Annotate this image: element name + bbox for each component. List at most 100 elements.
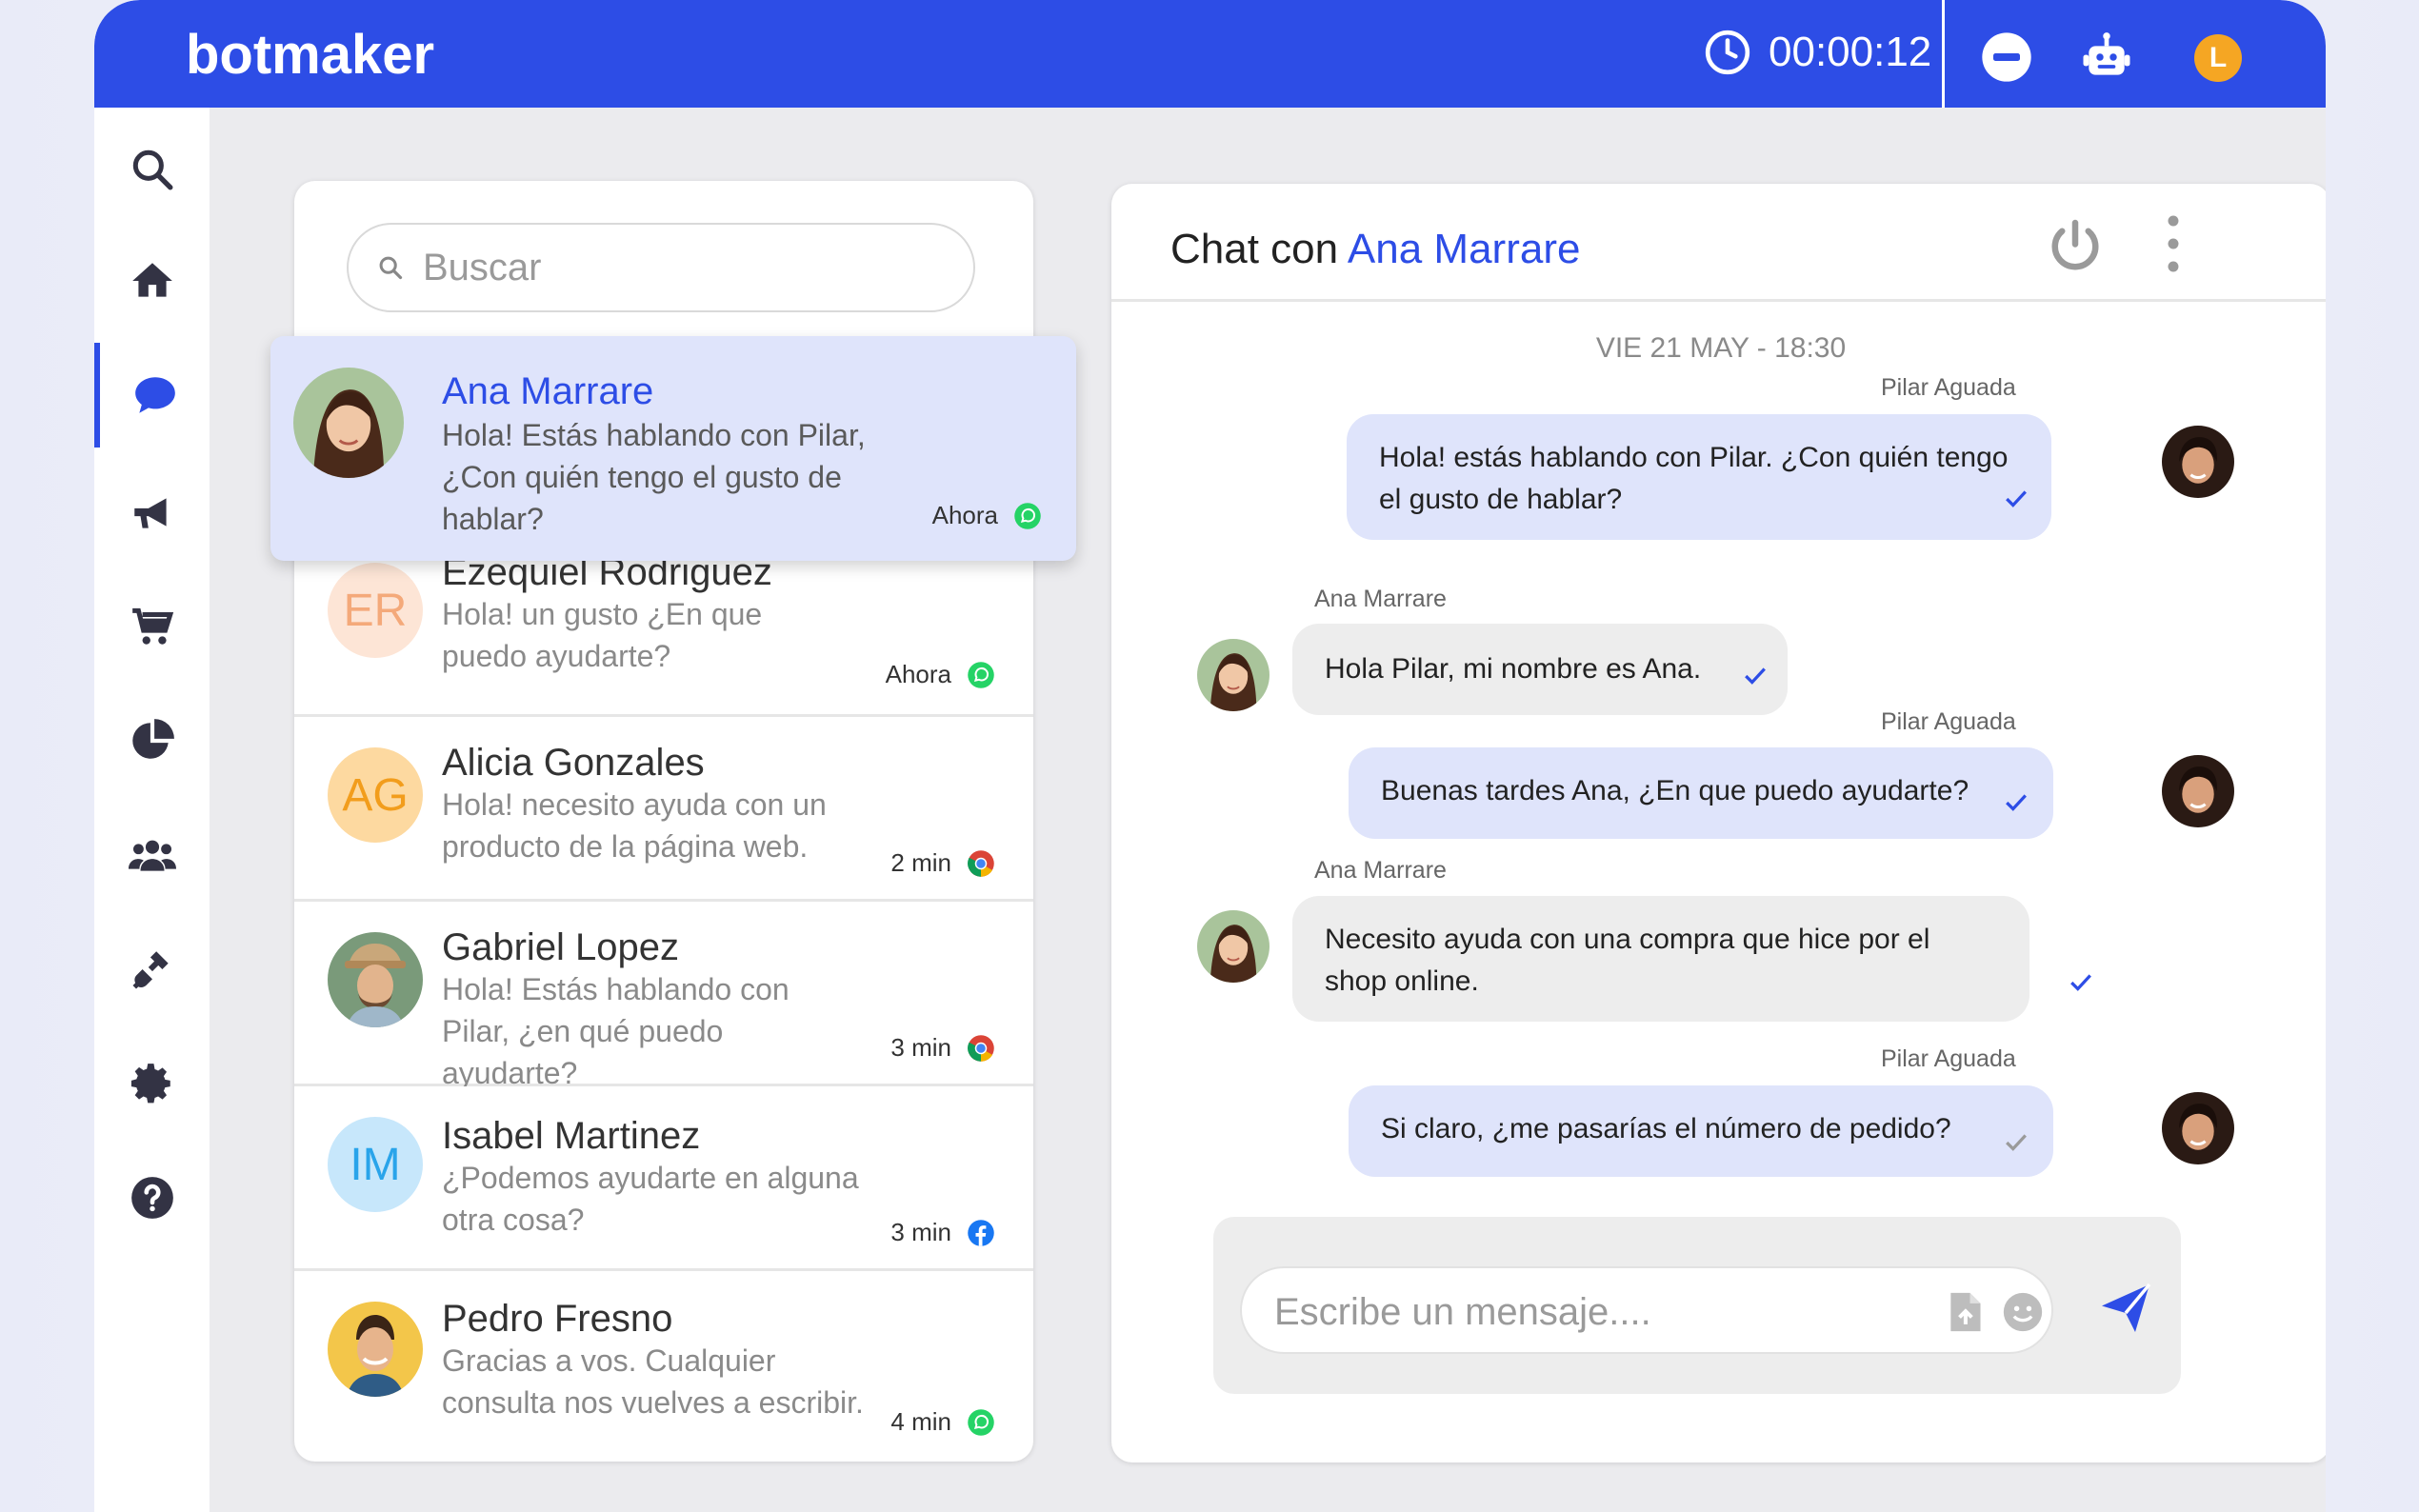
contact-avatar: IM	[328, 1117, 423, 1212]
facebook-icon	[968, 1219, 994, 1246]
more-options-icon[interactable]	[2168, 214, 2179, 273]
agent-avatar	[2162, 426, 2234, 498]
user-initial: L	[2209, 42, 2228, 73]
message-input-wrapper	[1240, 1266, 2053, 1354]
conversation-item-alicia-gonzales[interactable]: AG Alicia Gonzales Hola! necesito ayuda …	[294, 717, 1033, 902]
conversation-item-isabel-martinez[interactable]: IM Isabel Martinez ¿Podemos ayudarte en …	[294, 1086, 1033, 1271]
message-preview: Hola! un gusto ¿En que puedo ayudarte?	[442, 597, 763, 673]
contact-avatar: AG	[328, 747, 423, 843]
message-bubble-outgoing: Si claro, ¿me pasarías el número de pedi…	[1349, 1085, 2053, 1177]
message-input[interactable]	[1274, 1289, 1903, 1335]
nav-reports[interactable]	[94, 688, 210, 793]
message-sender: Ana Marrare	[1314, 857, 1447, 884]
search-icon	[132, 149, 172, 190]
nav-shop[interactable]	[94, 574, 210, 679]
help-icon	[130, 1177, 173, 1219]
chrome-icon	[968, 1034, 994, 1062]
conversation-meta: 3 min	[890, 1033, 995, 1063]
nav-search[interactable]	[94, 117, 210, 222]
contact-avatar: ER	[328, 563, 423, 658]
message-sender: Pilar Aguada	[1881, 708, 2016, 735]
nav-chats[interactable]	[94, 343, 210, 448]
chat-title-prefix: Chat con	[1170, 226, 1339, 272]
conversation-meta: 2 min	[890, 848, 995, 878]
message-bubble-outgoing: Buenas tardes Ana, ¿En que puedo ayudart…	[1349, 747, 2053, 839]
avatar-initials: ER	[343, 585, 408, 636]
conversation-list-panel: Ana Marrare Hola! Estás hablando con Pil…	[270, 181, 1076, 1462]
read-check-icon	[2070, 974, 2091, 991]
message-preview: Hola! necesito ayuda con un producto de …	[442, 787, 827, 864]
agent-avatar	[2162, 755, 2234, 827]
pie-chart-icon	[131, 719, 174, 759]
contact-avatar	[1197, 639, 1269, 711]
message-sender: Ana Marrare	[1314, 586, 1447, 612]
conversation-meta: 4 min	[890, 1407, 995, 1437]
conversation-meta: Ahora	[932, 501, 1042, 530]
whatsapp-icon	[1014, 502, 1041, 529]
nav-help[interactable]	[94, 1145, 210, 1250]
chat-date-separator: VIE 21 MAY - 18:30	[1595, 332, 1847, 364]
conversation-item-pedro-fresno[interactable]: Pedro Fresno Gracias a vos. Cualquier co…	[294, 1271, 1033, 1458]
chat-icon	[134, 377, 175, 413]
delivered-check-icon	[2006, 1134, 2027, 1151]
bot-button[interactable]	[2080, 30, 2133, 84]
chat-panel: Chat con Ana Marrare VIE 21 MAY - 18:30 …	[1111, 184, 2326, 1462]
nav-integrations[interactable]	[94, 917, 210, 1022]
power-icon[interactable]	[2047, 218, 2104, 275]
agent-avatar	[2162, 1092, 2234, 1164]
avatar-photo	[293, 368, 404, 478]
robot-icon	[2083, 32, 2130, 75]
emoji-icon[interactable]	[2002, 1291, 2044, 1333]
session-timer: 00:00:12	[1704, 29, 1931, 76]
message-preview: Hola! Estás hablando con Pilar, ¿en qué …	[442, 972, 790, 1090]
header-divider	[1942, 0, 1945, 108]
send-icon[interactable]	[2094, 1280, 2157, 1337]
plug-icon	[131, 951, 169, 989]
attach-file-icon[interactable]	[1947, 1291, 1983, 1333]
timer-value: 00:00:12	[1769, 29, 1932, 75]
do-not-disturb-button[interactable]	[1980, 30, 2033, 84]
whatsapp-icon	[968, 661, 994, 688]
top-bar: botmaker 00:00:12 L	[94, 0, 2326, 108]
clock-icon	[1705, 30, 1750, 75]
nav-campaigns[interactable]	[94, 460, 210, 565]
message-preview: Hola! Estás hablando con Pilar, ¿Con qui…	[442, 418, 866, 536]
avatar-photo	[328, 932, 423, 1027]
conversation-item-gabriel-lopez[interactable]: Gabriel Lopez Hola! Estás hablando con P…	[294, 902, 1033, 1090]
contact-name: Gabriel Lopez	[442, 926, 680, 968]
contact-avatar	[1197, 910, 1269, 983]
chat-header: Chat con Ana Marrare	[1111, 184, 2326, 302]
message-text: Hola Pilar, mi nombre es Ana.	[1325, 653, 1702, 685]
user-avatar[interactable]: L	[2194, 34, 2242, 82]
message-preview: ¿Podemos ayudarte en alguna otra cosa?	[442, 1161, 859, 1237]
message-text: Hola! estás hablando con Pilar. ¿Con qui…	[1379, 442, 2009, 515]
chrome-icon	[968, 849, 994, 877]
chat-title: Chat con Ana Marrare	[1170, 226, 1580, 273]
conversation-time: 4 min	[890, 1407, 951, 1436]
whatsapp-icon	[968, 1408, 994, 1436]
users-icon	[128, 840, 176, 871]
megaphone-icon	[133, 498, 167, 528]
side-nav	[94, 108, 210, 1512]
nav-home[interactable]	[94, 229, 210, 333]
read-check-icon	[1745, 667, 1766, 685]
avatar-initials: AG	[342, 769, 409, 821]
conversation-item-ana-marrare[interactable]: Ana Marrare Hola! Estás hablando con Pil…	[270, 336, 1076, 561]
contact-name: Pedro Fresno	[442, 1298, 673, 1340]
minus-circle-icon	[1982, 32, 2031, 82]
nav-users[interactable]	[94, 803, 210, 907]
search-input[interactable]	[423, 246, 918, 289]
contact-name: Isabel Martinez	[442, 1115, 701, 1157]
message-text: Necesito ayuda con una compra que hice p…	[1325, 924, 1930, 997]
botmaker-logo: botmaker	[186, 24, 435, 86]
conversation-meta: Ahora	[886, 660, 995, 689]
message-bubble-incoming: Hola Pilar, mi nombre es Ana.	[1292, 624, 1788, 715]
conversation-time: 3 min	[890, 1218, 951, 1246]
conversation-search[interactable]	[347, 223, 975, 312]
home-icon	[131, 263, 172, 297]
nav-settings[interactable]	[94, 1031, 210, 1136]
conversation-time: 3 min	[890, 1033, 951, 1062]
contact-avatar	[293, 368, 404, 478]
message-composer	[1213, 1217, 2181, 1394]
message-text: Buenas tardes Ana, ¿En que puedo ayudart…	[1381, 775, 1969, 806]
